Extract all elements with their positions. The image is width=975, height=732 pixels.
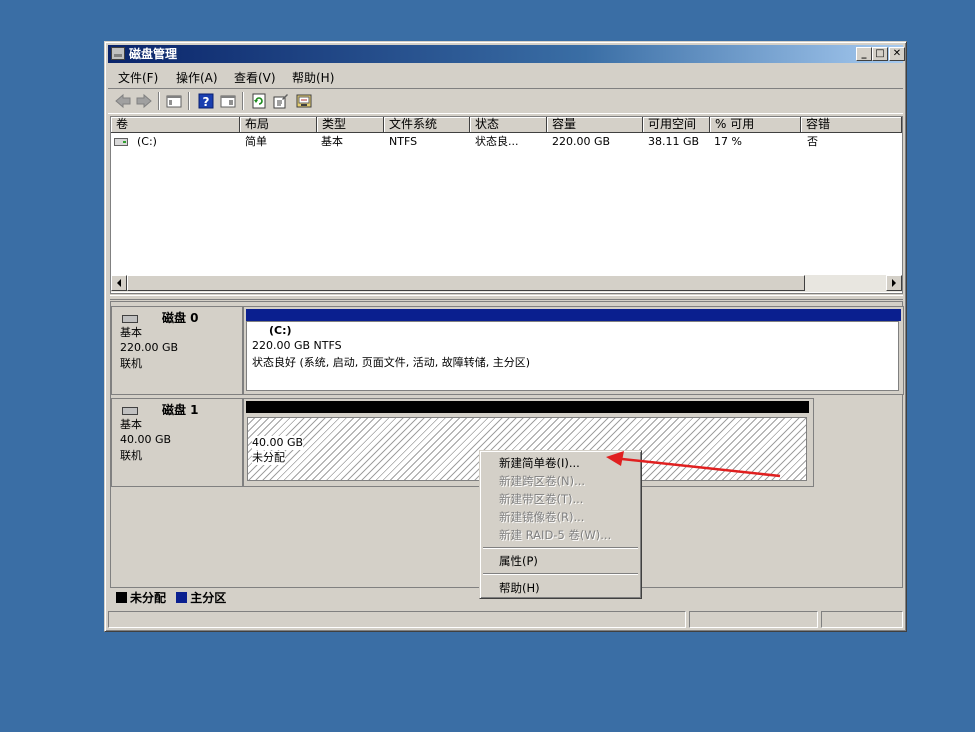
annotation-arrow-icon — [606, 451, 781, 478]
